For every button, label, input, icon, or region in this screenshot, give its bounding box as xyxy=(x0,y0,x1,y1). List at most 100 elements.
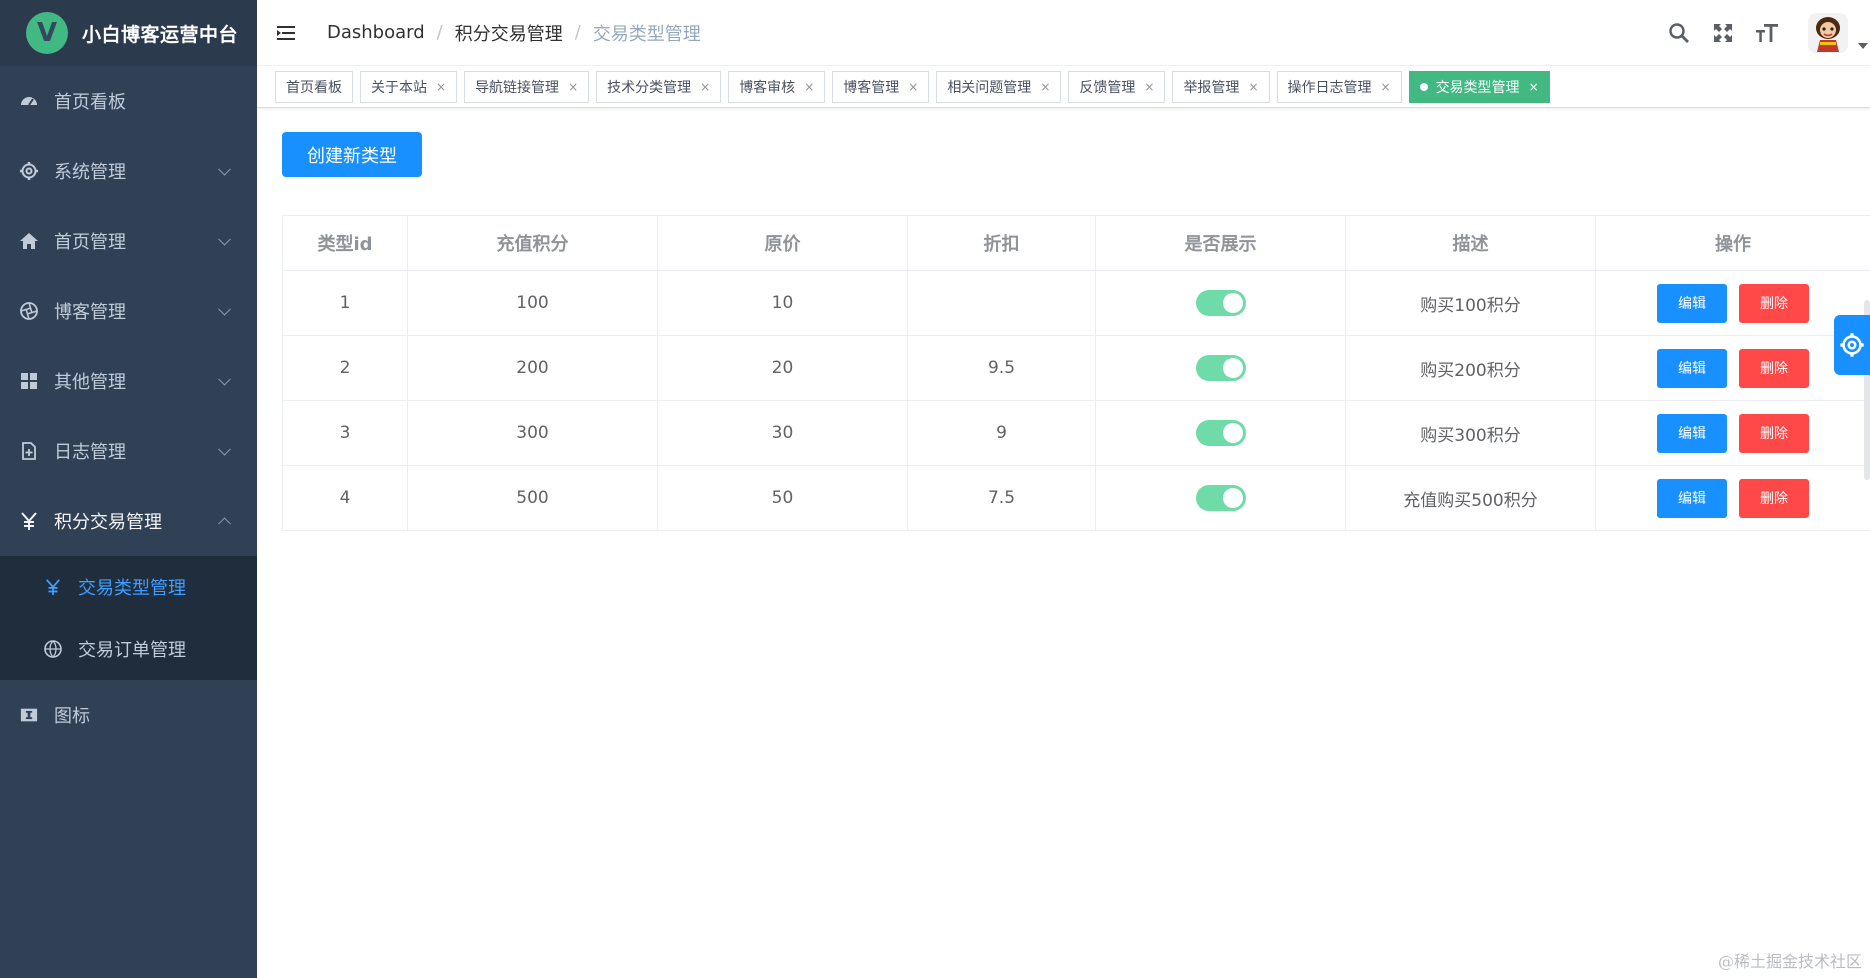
cell-shown xyxy=(1095,400,1346,466)
sidebar-item-label: 首页管理 xyxy=(54,232,126,253)
cell-actions: 编辑 删除 xyxy=(1595,335,1870,401)
sidebar-item-blog[interactable]: 博客管理 xyxy=(0,276,257,346)
brand-title: 小白博客运营中台 xyxy=(82,23,239,46)
basketball-icon xyxy=(42,638,64,660)
chevron-down-icon xyxy=(218,162,231,176)
tag-label: 首页看板 xyxy=(286,79,342,96)
sidebar-item-icons[interactable]: 图标 xyxy=(0,680,257,750)
cell-shown xyxy=(1095,465,1346,531)
show-toggle[interactable] xyxy=(1195,290,1246,316)
close-icon[interactable]: × xyxy=(568,80,578,94)
delete-button[interactable]: 删除 xyxy=(1739,348,1809,388)
cell-price: 20 xyxy=(657,335,908,401)
sidebar-item-label: 日志管理 xyxy=(54,442,126,463)
chevron-down-icon xyxy=(218,232,231,246)
tag-trade-type[interactable]: 交易类型管理 × xyxy=(1408,70,1550,103)
cell-id: 1 xyxy=(282,270,408,336)
tag-label: 操作日志管理 xyxy=(1287,79,1372,96)
close-icon[interactable]: × xyxy=(1248,80,1258,94)
close-icon[interactable]: × xyxy=(1040,80,1050,94)
navbar: Dashboard / 积分交易管理 / 交易类型管理 xyxy=(257,0,1870,66)
app-root: V 小白博客运营中台 首页看板 系统管理 首页管理 博客管理 其他管理 日志管理… xyxy=(0,0,1870,978)
cell-points: 100 xyxy=(407,270,658,336)
gear-icon xyxy=(18,160,40,182)
sidebar-item-home[interactable]: 首页管理 xyxy=(0,206,257,276)
sidebar-item-points-trade[interactable]: 积分交易管理 xyxy=(0,486,257,556)
cell-points: 300 xyxy=(407,400,658,466)
tag-nav-links[interactable]: 导航链接管理 × xyxy=(464,70,590,103)
breadcrumb-item[interactable]: Dashboard xyxy=(327,22,425,43)
close-icon[interactable]: × xyxy=(700,80,710,94)
toggle-knob xyxy=(1222,423,1243,443)
edit-button[interactable]: 编辑 xyxy=(1657,413,1727,453)
cell-desc: 充值购买500积分 xyxy=(1345,465,1596,531)
tag-tech-category[interactable]: 技术分类管理 × xyxy=(596,70,722,103)
chevron-down-icon xyxy=(218,372,231,386)
sidebar-item-log[interactable]: 日志管理 xyxy=(0,416,257,486)
tag-report[interactable]: 举报管理 × xyxy=(1172,70,1270,103)
cell-discount: 9 xyxy=(907,400,1096,466)
delete-button[interactable]: 删除 xyxy=(1739,413,1809,453)
breadcrumb-item[interactable]: 积分交易管理 xyxy=(455,20,563,46)
sidebar-subitem-trade-order[interactable]: 交易订单管理 xyxy=(0,618,257,680)
tag-blog-manage[interactable]: 博客管理 × xyxy=(832,70,930,103)
column-header: 是否展示 xyxy=(1095,215,1346,271)
cell-desc: 购买300积分 xyxy=(1345,400,1596,466)
dashboard-icon xyxy=(18,90,40,112)
close-icon[interactable]: × xyxy=(1381,80,1391,94)
tag-questions[interactable]: 相关问题管理 × xyxy=(936,70,1062,103)
sidebar-item-system[interactable]: 系统管理 xyxy=(0,136,257,206)
search-icon[interactable] xyxy=(1666,20,1692,46)
content: 创建新类型 类型id 充值积分 原价 折扣 是否展示 描述 操作 1 100 1… xyxy=(257,108,1870,531)
cell-discount: 9.5 xyxy=(907,335,1096,401)
tag-label: 反馈管理 xyxy=(1079,79,1136,96)
sidebar-item-label: 博客管理 xyxy=(54,302,126,323)
show-toggle[interactable] xyxy=(1195,355,1246,381)
chevron-up-icon xyxy=(218,517,231,531)
gear-icon[interactable] xyxy=(1834,315,1870,375)
tag-label: 交易类型管理 xyxy=(1435,79,1520,96)
hamburger-icon[interactable] xyxy=(275,22,297,44)
avatar[interactable] xyxy=(1808,13,1848,53)
breadcrumb-separator: / xyxy=(436,22,443,43)
create-type-button[interactable]: 创建新类型 xyxy=(282,132,422,177)
brand-logo[interactable]: V 小白博客运营中台 xyxy=(0,0,257,66)
show-toggle[interactable] xyxy=(1195,485,1246,511)
cell-actions: 编辑 删除 xyxy=(1595,400,1870,466)
sidebar-item-label: 其他管理 xyxy=(54,372,126,393)
tag-blog-review[interactable]: 博客审核 × xyxy=(728,70,826,103)
sidebar-subitem-trade-type[interactable]: 交易类型管理 xyxy=(0,556,257,618)
fullscreen-icon[interactable] xyxy=(1710,20,1736,46)
close-icon[interactable]: × xyxy=(1144,80,1154,94)
edit-button[interactable]: 编辑 xyxy=(1657,478,1727,518)
logo-badge: V xyxy=(26,12,68,54)
table-row: 1 100 10 购买100积分 编辑 删除 xyxy=(282,270,1870,336)
tag-label: 关于本站 xyxy=(371,79,427,96)
chevron-down-icon xyxy=(218,302,231,316)
breadcrumb-current: 交易类型管理 xyxy=(592,23,701,45)
cell-actions: 编辑 删除 xyxy=(1595,270,1870,336)
close-icon[interactable]: × xyxy=(908,80,918,94)
right-menu xyxy=(1666,0,1870,66)
close-icon[interactable]: × xyxy=(436,80,446,94)
main-area: Dashboard / 积分交易管理 / 交易类型管理 首页看板 关于本站 × … xyxy=(257,0,1870,978)
font-size-icon[interactable] xyxy=(1754,20,1780,46)
sidebar-item-dashboard[interactable]: 首页看板 xyxy=(0,66,257,136)
edit-button[interactable]: 编辑 xyxy=(1657,283,1727,323)
close-icon[interactable]: × xyxy=(1529,80,1539,94)
sidebar-subitem-label: 交易类型管理 xyxy=(78,578,186,599)
delete-button[interactable]: 删除 xyxy=(1739,478,1809,518)
column-header: 原价 xyxy=(657,215,908,271)
show-toggle[interactable] xyxy=(1195,420,1246,446)
delete-button[interactable]: 删除 xyxy=(1739,283,1809,323)
edit-button[interactable]: 编辑 xyxy=(1657,348,1727,388)
tag-operation-log[interactable]: 操作日志管理 × xyxy=(1276,70,1402,103)
close-icon[interactable]: × xyxy=(804,80,814,94)
caret-down-icon[interactable] xyxy=(1858,43,1868,49)
sidebar-item-other[interactable]: 其他管理 xyxy=(0,346,257,416)
tag-dashboard[interactable]: 首页看板 xyxy=(275,70,353,103)
tag-about[interactable]: 关于本站 × xyxy=(360,70,458,103)
tag-feedback[interactable]: 反馈管理 × xyxy=(1068,70,1166,103)
sidebar-subitem-label: 交易订单管理 xyxy=(78,640,186,661)
sidebar-item-label: 系统管理 xyxy=(54,162,126,183)
